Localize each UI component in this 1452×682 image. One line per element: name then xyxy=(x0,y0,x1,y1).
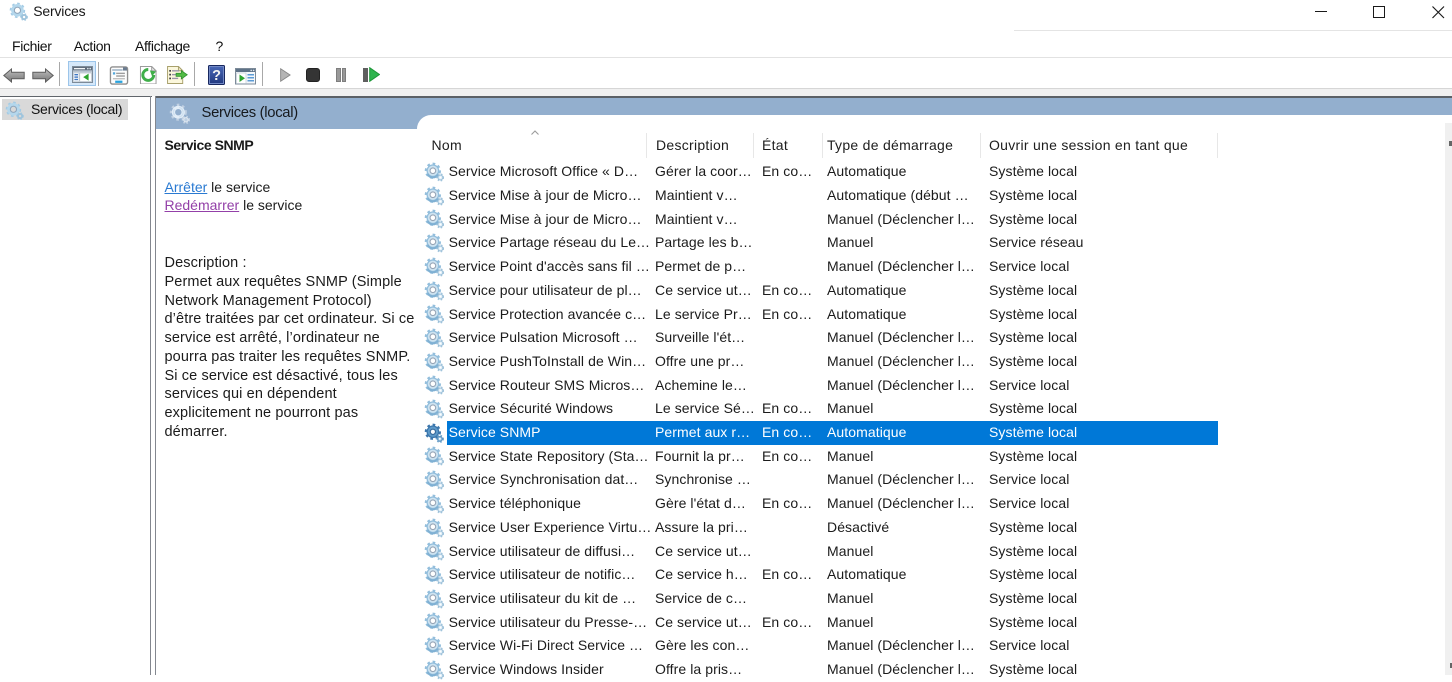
svg-text:?: ? xyxy=(212,68,221,84)
